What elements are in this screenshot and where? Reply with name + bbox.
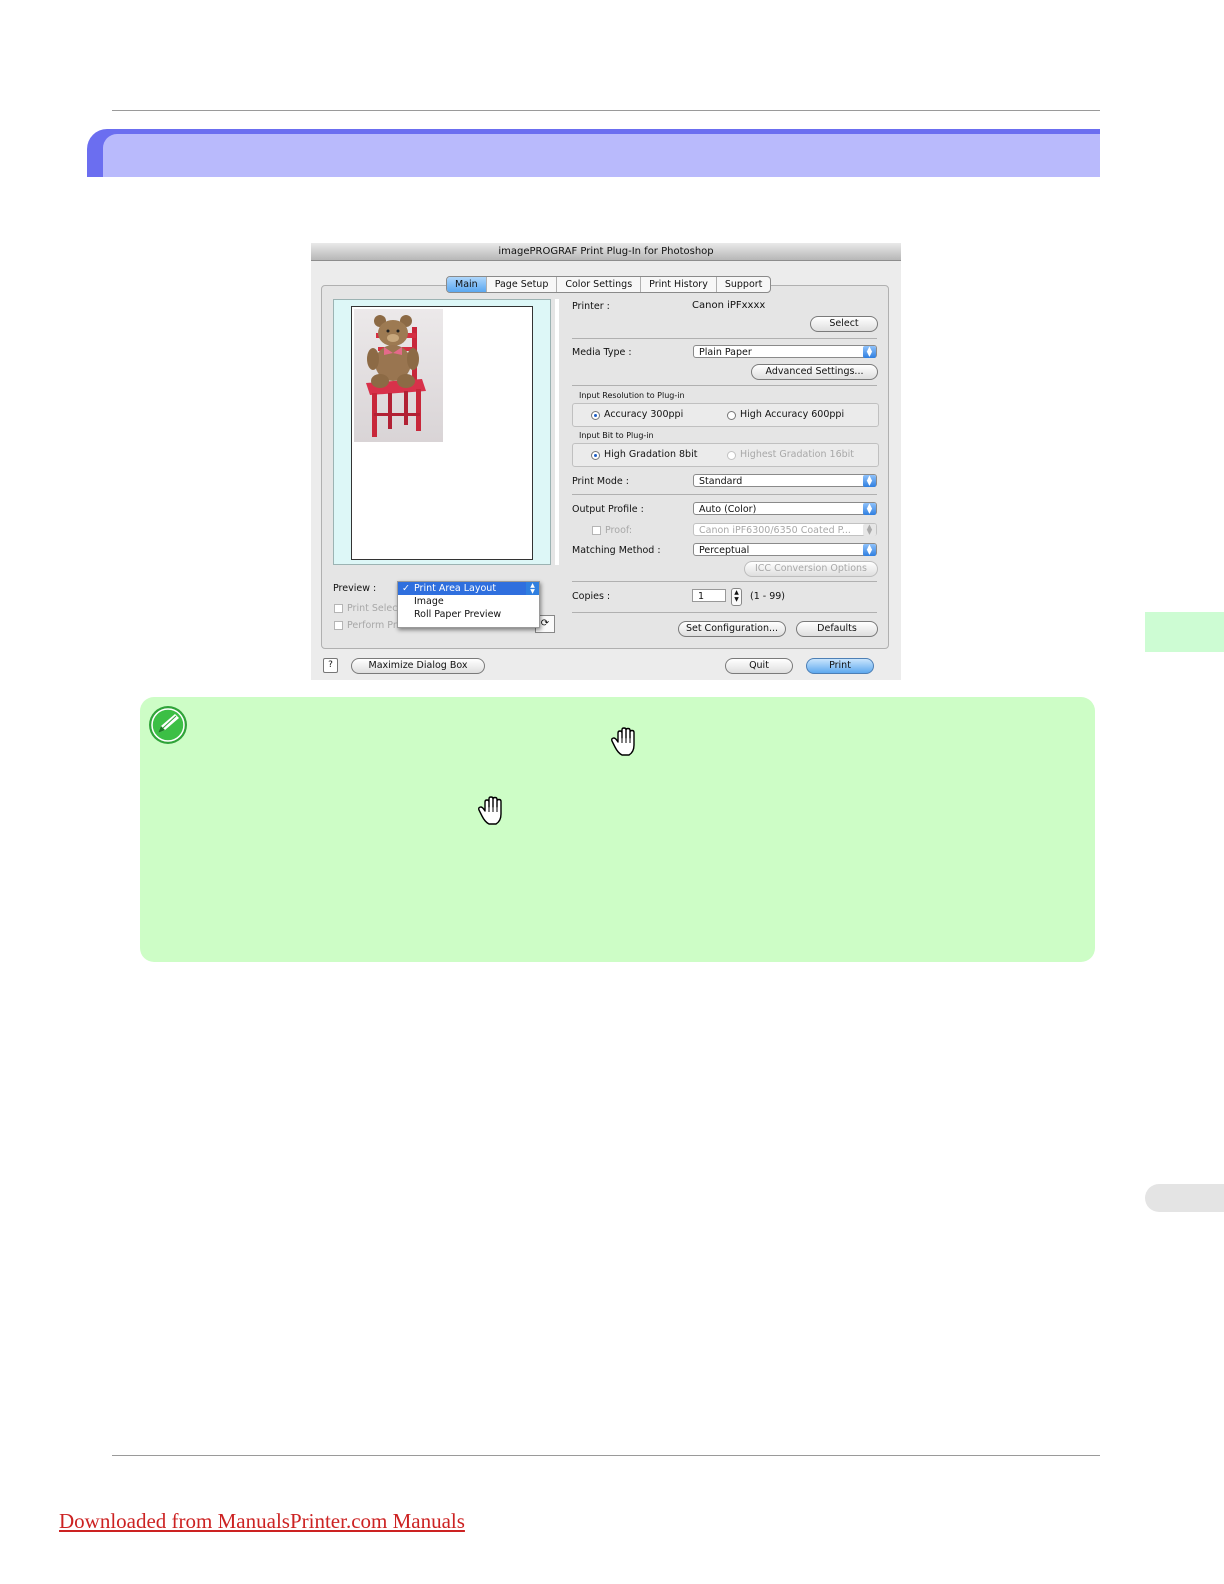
accuracy-300-label: Accuracy 300ppi (604, 409, 684, 420)
separator (572, 385, 877, 386)
proof-label: Proof: (605, 525, 633, 536)
section-header-inner (103, 134, 1100, 177)
preview-label: Preview : (333, 583, 377, 594)
bottom-rule (112, 1455, 1100, 1456)
separator (572, 338, 877, 339)
output-profile-value: Auto (Color) (699, 504, 757, 515)
icc-conversion-options-button[interactable]: ICC Conversion Options (744, 561, 878, 577)
pencil-note-icon (149, 706, 187, 744)
page-sheet (351, 306, 533, 560)
hand-cursor-icon (611, 727, 635, 756)
teddy-bear-on-chair-image (366, 315, 426, 437)
side-index-tab[interactable] (1145, 612, 1224, 652)
preview-area (333, 299, 551, 565)
menu-item-label: Print Area Layout (414, 583, 497, 594)
copies-input[interactable]: 1 (692, 589, 726, 602)
matching-method-value: Perceptual (699, 545, 750, 556)
popup-arrows-icon: ▲ ▼ (863, 503, 876, 515)
tab-page-setup[interactable]: Page Setup (487, 277, 558, 292)
proof-popup[interactable]: Canon iPF6300/6350 Coated P... ▲ ▼ (693, 523, 877, 536)
print-mode-label: Print Mode : (572, 476, 629, 487)
popup-arrows-icon: ▲ ▼ (863, 475, 876, 487)
help-icon[interactable]: ? (323, 658, 338, 673)
high-accuracy-600-label: High Accuracy 600ppi (740, 409, 845, 420)
print-selected-checkbox[interactable] (334, 604, 343, 613)
input-bit-title: Input Bit to Plug-in (579, 431, 654, 440)
defaults-button[interactable]: Defaults (796, 621, 878, 637)
copies-value: 1 (698, 591, 705, 602)
radio-high-accuracy-600[interactable] (727, 411, 736, 420)
side-index-tab-secondary[interactable] (1145, 1184, 1224, 1212)
proof-value: Canon iPF6300/6350 Coated P... (699, 525, 851, 536)
preview-scroll-strip (555, 299, 559, 565)
output-profile-label: Output Profile : (572, 504, 644, 515)
top-rule (112, 110, 1100, 111)
media-type-value: Plain Paper (699, 347, 752, 358)
checkmark-icon: ✓ (402, 583, 410, 594)
separator (572, 494, 877, 495)
dialog-title: imagePROGRAF Print Plug-In for Photoshop (311, 243, 901, 261)
teddy-bear-photo (354, 309, 443, 442)
popup-arrows-icon: ▲ ▼ (863, 544, 876, 556)
copies-label: Copies : (572, 591, 611, 602)
print-mode-popup[interactable]: Standard ▲ ▼ (693, 474, 877, 487)
printer-label: Printer : (572, 301, 610, 312)
preview-dropdown-menu: ✓ Print Area Layout ▲ ▼ Image Roll Paper … (397, 581, 540, 628)
copies-range: (1 - 99) (750, 591, 786, 602)
select-button[interactable]: Select (810, 316, 878, 332)
tab-support[interactable]: Support (717, 277, 771, 292)
tab-main[interactable]: Main (447, 277, 487, 292)
input-resolution-group: Accuracy 300ppi High Accuracy 600ppi (572, 403, 879, 427)
quit-button[interactable]: Quit (725, 658, 793, 674)
print-selected-label: Print Select (347, 603, 402, 614)
proof-checkbox[interactable] (592, 526, 601, 535)
popup-arrows-icon: ▲ ▼ (863, 346, 876, 358)
menu-item-roll-paper-preview[interactable]: Roll Paper Preview (398, 608, 539, 621)
menu-item-print-area-layout[interactable]: ✓ Print Area Layout ▲ ▼ (398, 582, 539, 595)
perform-proof-checkbox[interactable] (334, 621, 343, 630)
radio-high-gradation-8bit[interactable] (591, 451, 600, 460)
tab-color-settings[interactable]: Color Settings (557, 277, 642, 292)
media-type-label: Media Type : (572, 347, 632, 358)
radio-highest-gradation-16bit[interactable] (727, 451, 736, 460)
media-type-popup[interactable]: Plain Paper ▲ ▼ (693, 345, 877, 358)
maximize-dialog-button[interactable]: Maximize Dialog Box (351, 658, 485, 674)
popup-arrows-icon: ▲ ▼ (863, 524, 876, 536)
highest-gradation-16bit-label: Highest Gradation 16bit (740, 449, 855, 460)
popup-arrows-icon: ▲ ▼ (526, 582, 539, 595)
input-resolution-title: Input Resolution to Plug-in (579, 391, 685, 400)
input-bit-group: High Gradation 8bit Highest Gradation 16… (572, 443, 879, 467)
dialog-tabs: Main Page Setup Color Settings Print His… (446, 276, 772, 293)
download-source-link[interactable]: Downloaded from ManualsPrinter.com Manua… (59, 1509, 465, 1534)
matching-method-popup[interactable]: Perceptual ▲ ▼ (693, 543, 877, 556)
printer-value: Canon iPFxxxx (692, 300, 766, 311)
hand-cursor-icon (478, 796, 502, 825)
output-profile-popup[interactable]: Auto (Color) ▲ ▼ (693, 502, 877, 515)
advanced-settings-button[interactable]: Advanced Settings... (751, 364, 878, 380)
menu-item-image[interactable]: Image (398, 595, 539, 608)
separator (572, 612, 877, 613)
print-button[interactable]: Print (806, 658, 874, 674)
separator (572, 581, 877, 582)
set-configuration-button[interactable]: Set Configuration... (678, 621, 786, 637)
print-plugin-dialog: imagePROGRAF Print Plug-In for Photoshop… (311, 243, 901, 680)
matching-method-label: Matching Method : (572, 545, 661, 556)
high-gradation-8bit-label: High Gradation 8bit (604, 449, 698, 460)
print-mode-value: Standard (699, 476, 743, 487)
copies-stepper[interactable]: ▲ ▼ (731, 588, 742, 606)
radio-accuracy-300[interactable] (591, 411, 600, 420)
tab-print-history[interactable]: Print History (641, 277, 717, 292)
section-header-band (87, 129, 1100, 177)
